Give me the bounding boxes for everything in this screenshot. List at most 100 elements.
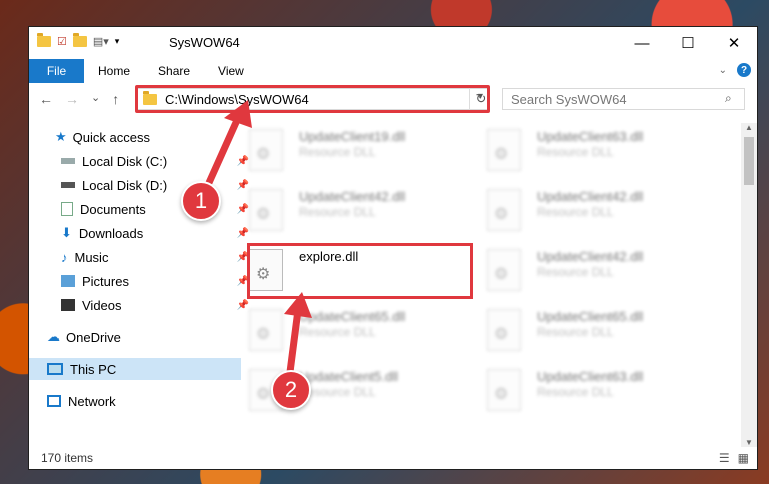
- scroll-up-icon[interactable]: ▲: [745, 123, 753, 132]
- sidebar-item-label: Quick access: [72, 129, 150, 145]
- dll-file-icon: [487, 129, 521, 171]
- file-item[interactable]: UpdateClient65.dll Resource DLL: [239, 305, 469, 359]
- sidebar-item-pictures[interactable]: Pictures 📌: [29, 270, 255, 292]
- file-type: Resource DLL: [537, 325, 614, 339]
- navigation-bar: ← → ⌄ ↑ C:\Windows\SysWOW64 ▾ ↻ Search S…: [29, 85, 757, 115]
- sidebar-item-label: OneDrive: [66, 329, 121, 345]
- minimize-button[interactable]: —: [619, 27, 665, 59]
- file-name: UpdateClient63.dll: [537, 369, 644, 384]
- sidebar-item-label: Pictures: [82, 273, 129, 289]
- sidebar-item-local-disk-c[interactable]: Local Disk (C:) 📌: [29, 150, 255, 172]
- videos-icon: [61, 299, 75, 311]
- expand-ribbon-icon[interactable]: ⌄: [719, 65, 727, 76]
- sidebar-item-onedrive[interactable]: ☁ OneDrive: [29, 326, 241, 348]
- documents-icon: [61, 202, 73, 216]
- sidebar-item-label: Documents: [80, 201, 146, 217]
- star-icon: ★: [55, 129, 67, 144]
- sidebar-item-this-pc[interactable]: This PC: [29, 358, 241, 380]
- scrollbar-thumb[interactable]: [744, 137, 754, 185]
- customize-chevron-icon[interactable]: ▾: [115, 36, 120, 47]
- sidebar-item-label: Videos: [82, 297, 122, 313]
- file-type: Resource DLL: [537, 145, 614, 159]
- file-type: Resource DLL: [537, 265, 614, 279]
- maximize-button[interactable]: ☐: [665, 27, 711, 59]
- file-type: Resource DLL: [537, 385, 614, 399]
- tab-view[interactable]: View: [204, 64, 258, 78]
- dll-file-icon: [249, 309, 283, 351]
- file-name: UpdateClient5.dll: [299, 369, 399, 384]
- sidebar-item-label: Local Disk (C:): [82, 153, 168, 169]
- file-item[interactable]: UpdateClient19.dll Resource DLL: [239, 125, 469, 179]
- address-highlight: [135, 85, 490, 113]
- file-name: UpdateClient42.dll: [299, 189, 406, 204]
- sidebar-item-videos[interactable]: Videos 📌: [29, 294, 255, 316]
- file-type: Resource DLL: [299, 145, 376, 159]
- tab-home[interactable]: Home: [84, 64, 144, 78]
- file-highlight: [247, 243, 473, 299]
- pictures-icon: [61, 275, 75, 287]
- item-count: 170 items: [41, 451, 94, 465]
- file-name: UpdateClient65.dll: [299, 309, 406, 324]
- file-name: UpdateClient65.dll: [537, 309, 644, 324]
- dll-file-icon: [487, 189, 521, 231]
- checkmark-icon[interactable]: ☑: [57, 35, 67, 48]
- file-type: Resource DLL: [299, 205, 376, 219]
- dll-file-icon: [487, 309, 521, 351]
- sidebar-item-downloads[interactable]: ⬇ Downloads 📌: [29, 222, 255, 244]
- network-icon: [47, 395, 61, 407]
- status-bar: 170 items ☰ ▦: [29, 447, 757, 469]
- tab-file[interactable]: File: [29, 59, 84, 83]
- sidebar-item-label: Downloads: [78, 225, 144, 241]
- back-button[interactable]: ←: [39, 91, 53, 107]
- navigation-pane: ★ Quick access Local Disk (C:) 📌 Local D…: [29, 123, 249, 437]
- help-icon[interactable]: ?: [737, 63, 751, 77]
- window-title: SysWOW64: [169, 35, 240, 50]
- vertical-scrollbar[interactable]: ▲ ▼: [741, 123, 757, 447]
- sidebar-item-label: Music: [74, 249, 109, 265]
- file-type: Resource DLL: [299, 325, 376, 339]
- sidebar-item-label: Network: [68, 393, 116, 409]
- file-item[interactable]: UpdateClient42.dll Resource DLL: [239, 185, 469, 239]
- details-view-icon[interactable]: ☰: [719, 451, 730, 465]
- sidebar-item-music[interactable]: ♪ Music 📌: [29, 246, 255, 268]
- file-item[interactable]: UpdateClient63.dll Resource DLL: [477, 365, 707, 419]
- file-item[interactable]: UpdateClient63.dll Resource DLL: [477, 125, 707, 179]
- step-2-badge: 2: [271, 370, 311, 410]
- file-item[interactable]: UpdateClient42.dll Resource DLL: [477, 245, 707, 299]
- search-input[interactable]: Search SysWOW64: [502, 88, 745, 110]
- sidebar-item-quick-access[interactable]: ★ Quick access: [29, 126, 249, 148]
- ribbon-tabs: File Home Share View ⌄ ?: [29, 59, 757, 83]
- forward-button[interactable]: →: [65, 91, 79, 107]
- dll-file-icon: [249, 129, 283, 171]
- file-name: UpdateClient63.dll: [537, 129, 644, 144]
- tab-share[interactable]: Share: [144, 64, 204, 78]
- music-icon: ♪: [61, 249, 68, 265]
- download-icon: ⬇: [61, 225, 72, 240]
- close-button[interactable]: ✕: [711, 27, 757, 59]
- up-button[interactable]: ↑: [112, 91, 119, 107]
- sidebar-item-local-disk-d[interactable]: Local Disk (D:) 📌: [29, 174, 255, 196]
- new-folder-icon[interactable]: [72, 33, 87, 47]
- file-name: UpdateClient19.dll: [299, 129, 406, 144]
- sidebar-item-documents[interactable]: Documents 📌: [29, 198, 255, 220]
- drive-icon: [61, 158, 75, 164]
- step-1-badge: 1: [181, 181, 221, 221]
- sidebar-item-network[interactable]: Network: [29, 390, 241, 412]
- title-bar: ☑ ▤▾ ▾ SysWOW64 — ☐ ✕: [29, 27, 757, 59]
- file-item[interactable]: UpdateClient65.dll Resource DLL: [477, 305, 707, 359]
- quick-access-toolbar: ☑ ▤▾ ▾: [37, 33, 120, 48]
- scroll-down-icon[interactable]: ▼: [745, 438, 753, 447]
- dll-file-icon: [487, 369, 521, 411]
- dll-file-icon: [249, 189, 283, 231]
- large-icons-view-icon[interactable]: ▦: [738, 451, 749, 465]
- sidebar-item-label: Local Disk (D:): [82, 177, 168, 193]
- cloud-icon: ☁: [47, 329, 60, 344]
- search-icon[interactable]: ⌕: [725, 91, 749, 106]
- folder-icon: [37, 33, 51, 47]
- pc-icon: [47, 363, 63, 375]
- file-item[interactable]: UpdateClient42.dll Resource DLL: [477, 185, 707, 239]
- dll-file-icon: [487, 249, 521, 291]
- recent-locations-button[interactable]: ⌄: [91, 91, 100, 107]
- properties-icon[interactable]: ▤▾: [93, 35, 109, 48]
- sidebar-item-label: This PC: [70, 361, 117, 377]
